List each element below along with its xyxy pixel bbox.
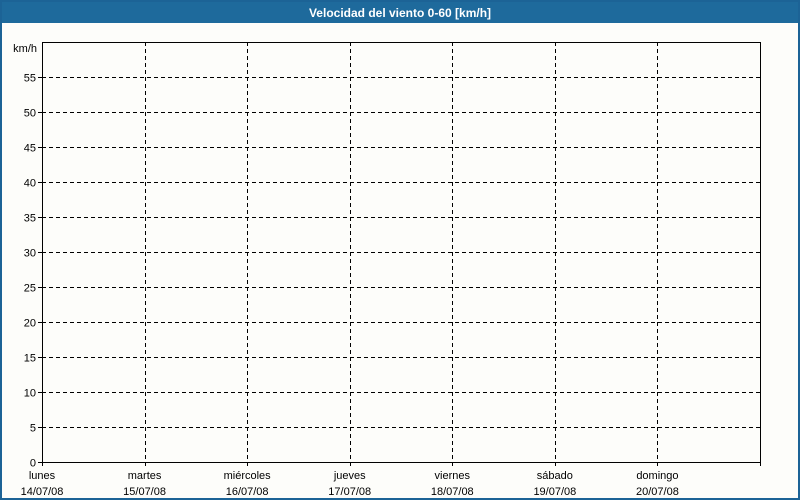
x-day-label: miércoles <box>224 470 272 482</box>
y-tick-label: 30 <box>24 248 36 260</box>
y-tick-label: 55 <box>24 73 36 85</box>
x-date-label: 18/07/08 <box>431 486 474 498</box>
y-tick-label: 0 <box>30 458 36 470</box>
x-day-label: jueves <box>333 470 366 482</box>
x-day-label: martes <box>128 470 162 482</box>
wind-speed-chart: 0 5 10 15 20 25 30 35 40 45 50 55 km/h lunes 14/07/08 m… <box>2 23 798 498</box>
y-tick-label: 50 <box>24 108 36 120</box>
x-date-label: 16/07/08 <box>226 486 269 498</box>
x-date-label: 14/07/08 <box>21 486 64 498</box>
y-tick-label: 40 <box>24 178 36 190</box>
x-day-label: viernes <box>435 470 471 482</box>
y-tick-label: 5 <box>30 423 36 435</box>
y-tick-label: 25 <box>24 283 36 295</box>
y-tick-label: 45 <box>24 143 36 155</box>
x-day-label: sábado <box>537 470 573 482</box>
x-date-label: 15/07/08 <box>123 486 166 498</box>
x-date-label: 19/07/08 <box>533 486 576 498</box>
y-tick-label: 10 <box>24 388 36 400</box>
chart-window: Velocidad del viento 0-60 [km/h] 0 5 10 15 2… <box>0 0 800 500</box>
x-day-label: lunes <box>29 470 56 482</box>
chart-title: Velocidad del viento 0-60 [km/h] <box>309 6 491 20</box>
y-tick-label: 35 <box>24 213 36 225</box>
x-day-label: domingo <box>636 470 678 482</box>
x-date-label: 20/07/08 <box>636 486 679 498</box>
y-tick-label: 15 <box>24 353 36 365</box>
title-bar: Velocidad del viento 0-60 [km/h] <box>2 2 798 23</box>
y-axis-unit-label: km/h <box>13 43 37 55</box>
x-date-label: 17/07/08 <box>328 486 371 498</box>
y-tick-label: 20 <box>24 318 36 330</box>
